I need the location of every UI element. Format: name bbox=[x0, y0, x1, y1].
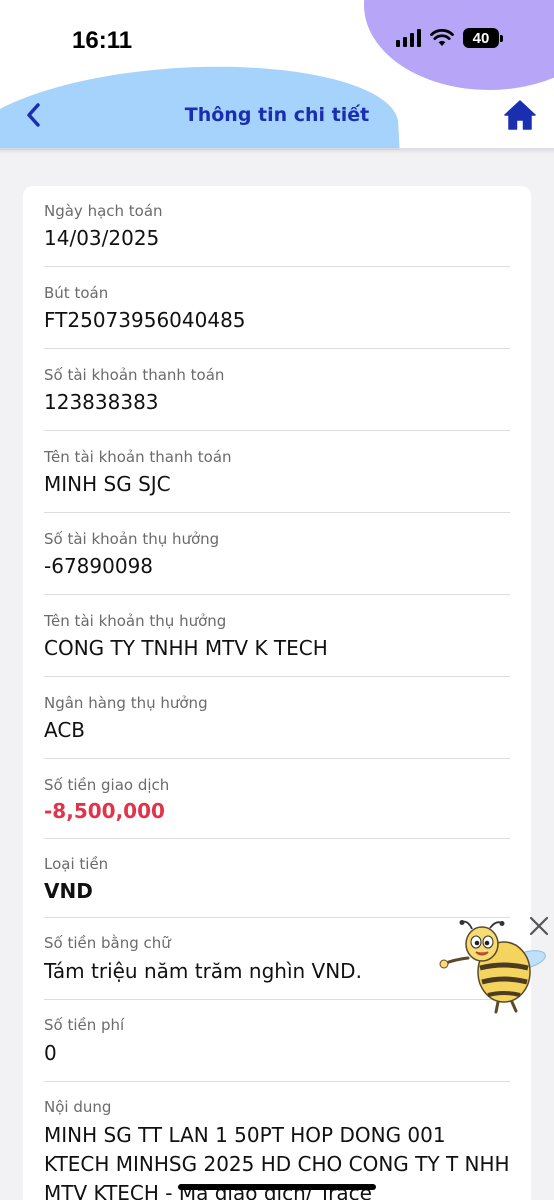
battery-level: 40 bbox=[463, 28, 499, 48]
battery-icon: 40 bbox=[463, 28, 503, 48]
detail-label: Bút toán bbox=[44, 284, 109, 302]
detail-value: FT25073956040485 bbox=[44, 308, 246, 332]
detail-value: 0 bbox=[44, 1041, 57, 1065]
detail-value: VND bbox=[44, 879, 93, 903]
detail-label: Ngày hạch toán bbox=[44, 202, 163, 220]
signal-icon bbox=[396, 29, 421, 47]
detail-label: Tên tài khoản thanh toán bbox=[44, 448, 232, 466]
detail-label: Số tiền giao dịch bbox=[44, 776, 170, 794]
detail-value: 123838383 bbox=[44, 390, 159, 414]
detail-row-posting-date: Ngày hạch toán 14/03/2025 bbox=[44, 200, 510, 267]
detail-value: MINH SG SJC bbox=[44, 472, 171, 496]
detail-label: Ngân hàng thụ hưởng bbox=[44, 694, 208, 712]
status-icons: 40 bbox=[396, 28, 503, 48]
detail-label: Nội dung bbox=[44, 1098, 112, 1116]
detail-value: -67890098 bbox=[44, 554, 154, 578]
close-icon[interactable] bbox=[526, 913, 552, 939]
detail-row-reference: Bút toán FT25073956040485 bbox=[44, 267, 510, 349]
transaction-amount: -8,500,000 bbox=[44, 799, 165, 823]
detail-row-beneficiary-account-number: Số tài khoản thụ hưởng -67890098 bbox=[44, 513, 510, 595]
detail-label: Số tiền bằng chữ bbox=[44, 934, 171, 952]
detail-row-beneficiary-bank: Ngân hàng thụ hưởng ACB bbox=[44, 677, 510, 759]
detail-row-content: Nội dung MINH SG TT LAN 1 50PT HOP DONG … bbox=[44, 1082, 510, 1200]
detail-value: CONG TY TNHH MTV K TECH bbox=[44, 636, 328, 660]
detail-row-beneficiary-account-name: Tên tài khoản thụ hưởng CONG TY TNHH MTV… bbox=[44, 595, 510, 677]
wifi-icon bbox=[430, 29, 454, 46]
app-header bbox=[0, 0, 554, 150]
page-title: Thông tin chi tiết bbox=[184, 104, 370, 126]
home-indicator bbox=[178, 1184, 376, 1190]
home-icon bbox=[504, 100, 536, 130]
home-button[interactable] bbox=[502, 98, 538, 132]
detail-row-currency: Loại tiền VND bbox=[44, 839, 510, 918]
detail-value: ACB bbox=[44, 718, 86, 742]
detail-label: Tên tài khoản thụ hưởng bbox=[44, 612, 227, 630]
detail-label: Số tiền phí bbox=[44, 1016, 125, 1034]
detail-value: Tám triệu năm trăm nghìn VND. bbox=[44, 959, 362, 983]
detail-label: Số tài khoản thanh toán bbox=[44, 366, 225, 384]
detail-row-source-account-number: Số tài khoản thanh toán 123838383 bbox=[44, 349, 510, 431]
detail-label: Loại tiền bbox=[44, 855, 109, 873]
status-time: 16:11 bbox=[72, 27, 133, 54]
header-shadow bbox=[0, 148, 554, 154]
detail-label: Số tài khoản thụ hưởng bbox=[44, 530, 220, 548]
detail-row-transaction-amount: Số tiền giao dịch -8,500,000 bbox=[44, 759, 510, 839]
detail-value: 14/03/2025 bbox=[44, 226, 160, 250]
detail-row-source-account-name: Tên tài khoản thanh toán MINH SG SJC bbox=[44, 431, 510, 513]
